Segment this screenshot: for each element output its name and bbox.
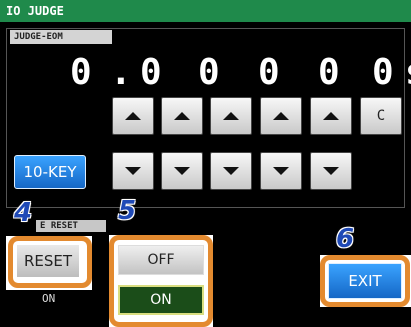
arrow-up-icon [273,112,289,120]
arrow-up-icon [323,112,339,120]
arrow-down-icon [174,167,190,175]
clear-button[interactable]: C [360,97,402,135]
current-setting-value: ON [42,292,56,305]
window-title: IO JUDGE [0,0,411,22]
decimal-point: . [110,52,132,93]
tab-judge-eom: JUDGE-EOM [10,30,112,44]
callout-number-6: 6 [336,224,355,254]
down-button-digit-4[interactable] [260,152,302,190]
down-button-digit-5[interactable] [310,152,352,190]
down-button-digit-1[interactable] [112,152,154,190]
up-button-digit-3[interactable] [210,97,252,135]
digit: 0 [140,52,162,93]
reset-button[interactable]: RESET [16,244,80,278]
reset-section-title: E RESET [36,220,106,232]
up-button-digit-5[interactable] [310,97,352,135]
tenkey-button[interactable]: 10-KEY [14,155,86,189]
digit: 0 [318,52,340,93]
digit: 0 [372,52,394,93]
up-button-digit-2[interactable] [161,97,203,135]
unit-label: s [405,52,411,93]
arrow-up-icon [174,112,190,120]
on-option-button[interactable]: ON [118,285,204,315]
down-button-digit-2[interactable] [161,152,203,190]
exit-button[interactable]: EXIT [328,263,402,299]
digit: 0 [70,52,92,93]
value-display: 0 . 0 0 0 0 0 s [50,52,411,102]
arrow-up-icon [223,112,239,120]
callout-number-5: 5 [118,196,137,226]
digit: 0 [258,52,280,93]
arrow-down-icon [323,167,339,175]
off-option-button[interactable]: OFF [118,245,204,275]
up-button-digit-4[interactable] [260,97,302,135]
callout-number-4: 4 [14,198,33,228]
arrow-down-icon [223,167,239,175]
up-button-digit-1[interactable] [112,97,154,135]
arrow-down-icon [125,167,141,175]
arrow-up-icon [125,112,141,120]
digit: 0 [198,52,220,93]
down-button-digit-3[interactable] [210,152,252,190]
arrow-down-icon [273,167,289,175]
